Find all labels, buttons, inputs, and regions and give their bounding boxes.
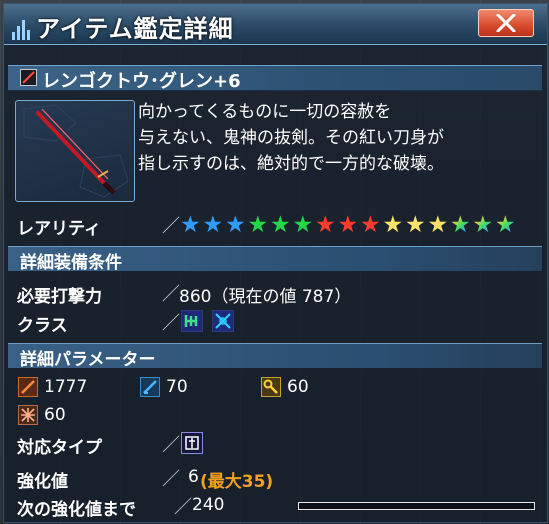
title-bar[interactable]: アイテム鑑定詳細 xyxy=(4,4,547,45)
enhancement-max: (最大35) xyxy=(200,472,274,492)
rarity-star-icon: ★ xyxy=(292,212,314,238)
rarity-star-icon: ★ xyxy=(449,212,471,238)
rarity-star-icon: ★ xyxy=(382,212,404,238)
item-appraisal-window: アイテム鑑定詳細 レンゴクトウ･グレン+6 向かってくるものに一切の容赦を 与え… xyxy=(3,3,548,523)
sword-category-icon xyxy=(20,69,37,86)
class-label: クラス xyxy=(17,316,68,336)
item-name-bar: レンゴクトウ･グレン+6 xyxy=(8,65,542,92)
separator: ／ xyxy=(162,435,180,456)
parameters-title: 詳細パラメーター xyxy=(20,350,156,370)
next-enhancement-value: 240 xyxy=(192,495,225,515)
type-label: 対応タイプ xyxy=(17,438,102,458)
rarity-star-icon: ★ xyxy=(179,212,201,238)
rarity-star-icon: ★ xyxy=(472,212,494,238)
next-enhancement-label: 次の強化値まで xyxy=(17,500,136,520)
separator: ／ xyxy=(162,469,180,490)
signal-bars-icon xyxy=(10,14,34,40)
rarity-star-icon: ★ xyxy=(494,212,516,238)
enhancement-label: 強化値 xyxy=(17,472,68,492)
description-line: 向かってくるものに一切の容赦を xyxy=(138,102,392,122)
separator: ／ xyxy=(162,313,180,334)
hunter-class-icon[interactable] xyxy=(181,310,203,332)
tech-attack-icon xyxy=(261,377,281,397)
rarity-star-icon: ★ xyxy=(224,212,246,238)
rarity-star-icon: ★ xyxy=(359,212,381,238)
requirements-title: 詳細装備条件 xyxy=(20,253,122,273)
rarity-stars: ★ ★ ★ ★ ★ ★ ★ ★ ★ ★ ★ ★ ★ ★ ★ xyxy=(179,213,517,237)
required-attack-value: 860（現在の値 787） xyxy=(179,287,352,307)
window-title: アイテム鑑定詳細 xyxy=(36,15,234,43)
separator: ／ xyxy=(162,284,180,305)
dexterity-icon xyxy=(18,405,38,425)
separator: ／ xyxy=(162,216,180,237)
ranged-attack-value: 70 xyxy=(166,377,188,397)
rarity-star-icon: ★ xyxy=(314,212,336,238)
rarity-star-icon: ★ xyxy=(247,212,269,238)
rarity-star-icon: ★ xyxy=(269,212,291,238)
melee-attack-value: 1777 xyxy=(44,377,88,397)
item-name: レンゴクトウ･グレン+6 xyxy=(42,71,241,92)
separator: ／ xyxy=(174,497,192,518)
rarity-star-icon: ★ xyxy=(404,212,426,238)
requirements-section-header: 詳細装備条件 xyxy=(8,246,542,273)
parameters-section-header: 詳細パラメーター xyxy=(8,343,542,370)
rarity-star-icon: ★ xyxy=(337,212,359,238)
rarity-star-icon: ★ xyxy=(427,212,449,238)
enhancement-progress-bar xyxy=(298,502,535,510)
katana-type-icon[interactable] xyxy=(181,432,203,454)
description-line: 指し示すのは、絶対的で一方的な破壊。 xyxy=(138,154,444,174)
rarity-label: レアリティ xyxy=(17,219,101,239)
melee-attack-icon xyxy=(18,377,38,397)
enhancement-value: 6 xyxy=(188,467,199,487)
close-button[interactable] xyxy=(478,9,534,37)
item-image xyxy=(15,100,135,202)
close-icon xyxy=(496,14,516,32)
braver-class-icon[interactable] xyxy=(212,310,234,332)
katana-icon xyxy=(23,104,129,198)
ranged-attack-icon xyxy=(140,377,160,397)
tech-attack-value: 60 xyxy=(287,377,309,397)
dexterity-value: 60 xyxy=(44,405,66,425)
required-attack-label: 必要打撃力 xyxy=(17,287,102,307)
rarity-star-icon: ★ xyxy=(202,212,224,238)
description-line: 与えない、鬼神の抜剣。その紅い刀身が xyxy=(138,128,444,148)
item-description: 向かってくるものに一切の容赦を 与えない、鬼神の抜剣。その紅い刀身が 指し示すの… xyxy=(138,99,538,177)
